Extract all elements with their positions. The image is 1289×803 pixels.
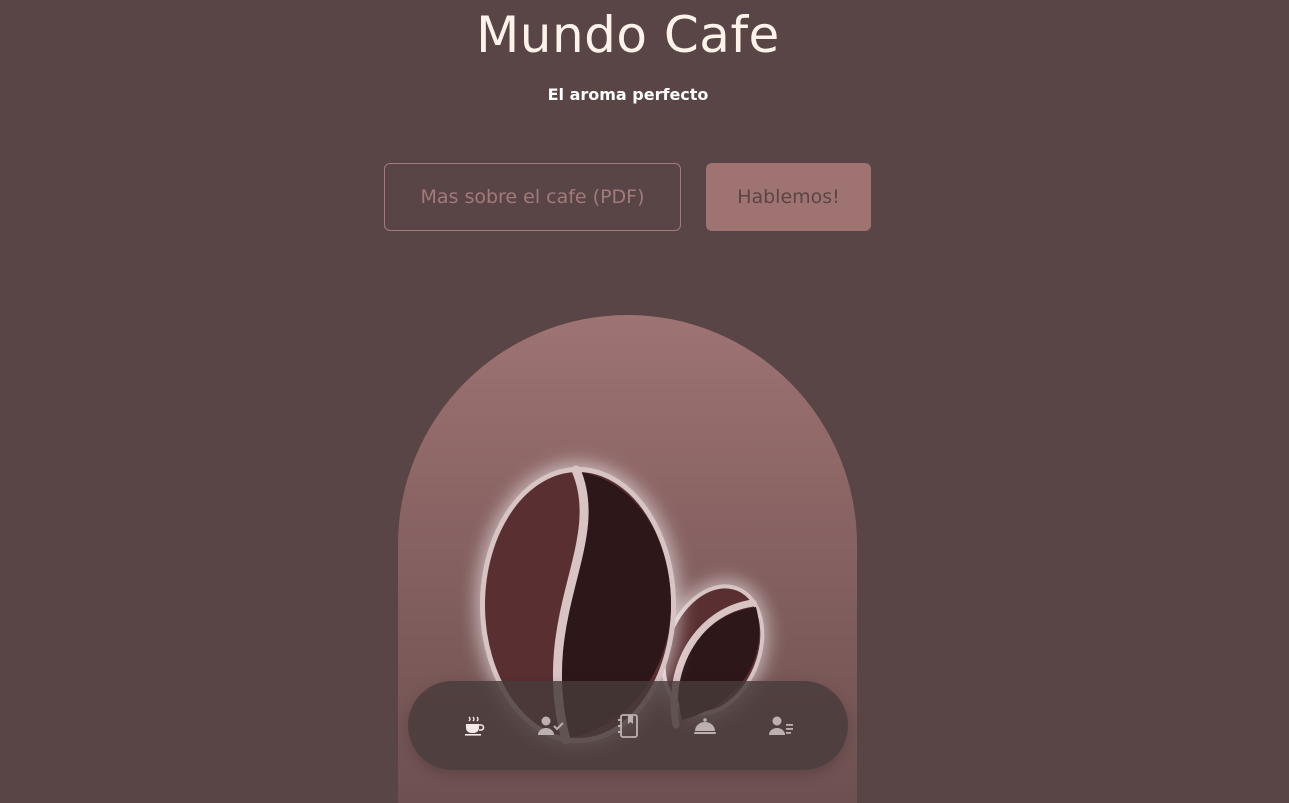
bottom-nav — [408, 681, 848, 770]
contact-button[interactable]: Hablemos! — [706, 163, 871, 231]
address-book-icon — [618, 713, 638, 738]
nav-item-coffee[interactable] — [458, 710, 490, 742]
nav-item-user-check[interactable] — [535, 710, 567, 742]
nav-item-service-bell[interactable] — [689, 710, 721, 742]
user-check-icon — [538, 716, 564, 735]
coffee-cup-icon — [465, 716, 485, 736]
nav-item-user-list[interactable] — [766, 710, 798, 742]
page-title: Mundo Cafe — [476, 6, 780, 64]
user-list-icon — [769, 716, 793, 735]
pdf-button[interactable]: Mas sobre el cafe (PDF) — [384, 163, 681, 231]
nav-item-address-book[interactable] — [612, 710, 644, 742]
service-bell-icon — [694, 717, 716, 734]
page: Mundo Cafe El aroma perfecto Mas sobre e… — [0, 0, 1289, 803]
page-subtitle: El aroma perfecto — [547, 85, 709, 104]
